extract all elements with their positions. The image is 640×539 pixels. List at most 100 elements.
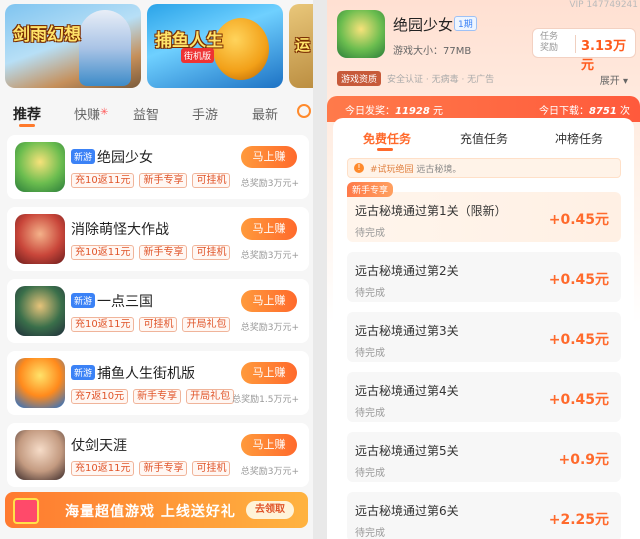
total-reward: 总奖励3万元+ — [240, 251, 299, 261]
tab-quick-earn[interactable]: 快赚✳ — [74, 104, 108, 123]
notice-tag: #试玩绝园 — [370, 165, 414, 175]
claim-button[interactable]: 去领取 — [246, 501, 294, 519]
vip-id: VIP 147749241 — [569, 0, 638, 10]
spark-icon: ✳ — [100, 107, 109, 118]
certifications: 安全认证 · 无病毒 · 无广告 — [387, 75, 495, 85]
task-status: 待完成 — [355, 228, 385, 239]
expand-button[interactable]: 展开 ▾ — [600, 72, 628, 87]
tab-free-tasks[interactable]: 免费任务 — [363, 130, 411, 147]
notice-text: #试玩绝园 远古秘境。 — [370, 162, 461, 175]
total-reward: 总奖励3万元+ — [240, 179, 299, 189]
task-name: 远古秘境通过第5关 — [355, 444, 459, 458]
game-tag: 新手专享 — [139, 245, 188, 260]
game-tag: 充7返10元 — [71, 389, 129, 404]
total-reward: 总奖励1.5万元+ — [232, 395, 299, 405]
tab-label: 快赚 — [74, 108, 101, 123]
total-reward: 总奖励3万元+ — [240, 467, 299, 477]
screen-divider — [313, 0, 327, 539]
new-game-badge: 新游 — [71, 365, 96, 380]
game-card-2[interactable]: 消除萌怪大作战 充10返11元 新手专享 可挂机 马上赚 总奖励3万元+ — [7, 207, 309, 271]
game-tag: 充10返11元 — [71, 245, 135, 260]
today-payout-value: 11928 — [395, 106, 430, 117]
today-downloads-value: 8751 — [588, 106, 617, 117]
banner-1[interactable]: 剑雨幻想 — [5, 4, 141, 88]
game-tags: 充10返11元 新手专享 可挂机 — [71, 245, 231, 260]
game-card-1[interactable]: 新游 绝园少女 充10返11元 新手专享 可挂机 马上赚 总奖励3万元+ — [7, 135, 309, 199]
game-card-4[interactable]: 新游 捕鱼人生街机版 充7返10元 新手专享 开局礼包 马上赚 总奖励1.5万元… — [7, 351, 309, 415]
today-payout: 今日发奖：11928 元 — [345, 102, 443, 117]
game-icon — [337, 10, 385, 58]
notice-bar: ! #试玩绝园 远古秘境。 — [347, 158, 621, 178]
tab-recommend[interactable]: 推荐 — [13, 104, 41, 124]
banner-3[interactable]: 运 — [289, 4, 313, 88]
game-icon — [15, 142, 65, 192]
task-status: 待完成 — [355, 528, 385, 539]
period-badge: 1期 — [454, 16, 477, 31]
task-name: 远古秘境通过第2关 — [355, 264, 459, 278]
banner-subtitle: 街机版 — [181, 48, 215, 63]
game-tag: 可挂机 — [192, 173, 231, 188]
active-tab-indicator — [19, 124, 35, 127]
game-card-5[interactable]: 仗剑天涯 充10返11元 新手专享 可挂机 马上赚 总奖励3万元+ — [7, 423, 309, 487]
game-name: 仗剑天涯 — [71, 438, 127, 454]
tab-recharge-tasks[interactable]: 充值任务 — [460, 130, 508, 147]
tab-puzzle[interactable]: 益智 — [133, 104, 159, 123]
game-qualification-badge: 游戏资质 — [337, 71, 382, 86]
earn-now-button[interactable]: 马上赚 — [241, 362, 297, 384]
reward-separator — [575, 35, 576, 53]
banner-2[interactable]: 捕鱼人生 街机版 — [147, 4, 283, 88]
game-icon — [15, 214, 65, 264]
earn-now-button[interactable]: 马上赚 — [241, 146, 297, 168]
task-name: 远古秘境通过第6关 — [355, 504, 459, 518]
task-reward: +0.45元 — [548, 332, 609, 348]
game-tag: 充10返11元 — [71, 461, 135, 476]
game-tag: 可挂机 — [192, 245, 231, 260]
task-tabs: 免费任务 充值任务 冲榜任务 — [333, 118, 634, 152]
game-tags: 充10返11元 新手专享 可挂机 — [71, 173, 231, 188]
task-name: 远古秘境通过第3关 — [355, 324, 459, 338]
task-reward-label: 任务奖励 — [540, 32, 559, 53]
task-item-6[interactable]: 远古秘境通过第6关 待完成 +2.25元 — [347, 492, 621, 539]
earn-now-button[interactable]: 马上赚 — [241, 290, 297, 312]
today-downloads: 今日下载：8751 次 — [539, 102, 630, 117]
game-title: 绝园少女 — [393, 16, 454, 34]
game-tag: 可挂机 — [192, 461, 231, 476]
task-item-5[interactable]: 远古秘境通过第5关 待完成 +0.9元 — [347, 432, 621, 482]
game-list-screen: 剑雨幻想 捕鱼人生 街机版 运 推荐 快赚✳ 益智 手游 最新 新游 绝园少女 … — [0, 0, 313, 539]
promo-banner[interactable]: 海量超值游戏 上线送好礼 去领取 — [5, 492, 308, 528]
search-icon[interactable] — [297, 104, 311, 118]
task-reward: +0.9元 — [558, 452, 609, 468]
tab-newest[interactable]: 最新 — [252, 104, 278, 123]
task-reward: +0.45元 — [548, 212, 609, 228]
task-item-3[interactable]: 远古秘境通过第3关 待完成 +0.45元 — [347, 312, 621, 362]
game-tag: 开局礼包 — [182, 317, 231, 332]
info-icon: ! — [354, 163, 364, 173]
tab-ranking-tasks[interactable]: 冲榜任务 — [555, 130, 603, 147]
game-tags: 充10返11元 可挂机 开局礼包 — [71, 317, 231, 332]
task-status: 待完成 — [355, 468, 385, 479]
game-tags: 充7返10元 新手专享 开局礼包 — [71, 389, 235, 404]
tab-mobile-games[interactable]: 手游 — [192, 104, 218, 123]
task-panel: 免费任务 充值任务 冲榜任务 ! #试玩绝园 远古秘境。 新手专享 远古秘境通过… — [333, 118, 634, 539]
task-status: 待完成 — [355, 408, 385, 419]
game-tag: 新手专享 — [133, 389, 182, 404]
game-tag: 充10返11元 — [71, 317, 135, 332]
game-icon — [15, 286, 65, 336]
game-icon — [15, 358, 65, 408]
task-name: 远古秘境通过第4关 — [355, 384, 459, 398]
game-name: 消除萌怪大作战 — [71, 222, 169, 238]
task-item-2[interactable]: 远古秘境通过第2关 待完成 +0.45元 — [347, 252, 621, 302]
earn-now-button[interactable]: 马上赚 — [241, 218, 297, 240]
today-downloads-unit: 次 — [620, 106, 630, 117]
game-icon — [15, 430, 65, 480]
game-tag: 新手专享 — [139, 461, 188, 476]
game-size: 游戏大小：77MB — [393, 46, 472, 57]
banner-character-image — [79, 10, 131, 86]
game-name: 捕鱼人生街机版 — [97, 366, 195, 382]
gift-icon — [13, 498, 39, 524]
promo-text: 海量超值游戏 上线送好礼 — [65, 504, 236, 520]
earn-now-button[interactable]: 马上赚 — [241, 434, 297, 456]
task-item-1[interactable]: 新手专享 远古秘境通过第1关（限新） 待完成 +0.45元 — [347, 182, 621, 242]
game-card-3[interactable]: 新游 一点三国 充10返11元 可挂机 开局礼包 马上赚 总奖励3万元+ — [7, 279, 309, 343]
task-item-4[interactable]: 远古秘境通过第4关 待完成 +0.45元 — [347, 372, 621, 422]
